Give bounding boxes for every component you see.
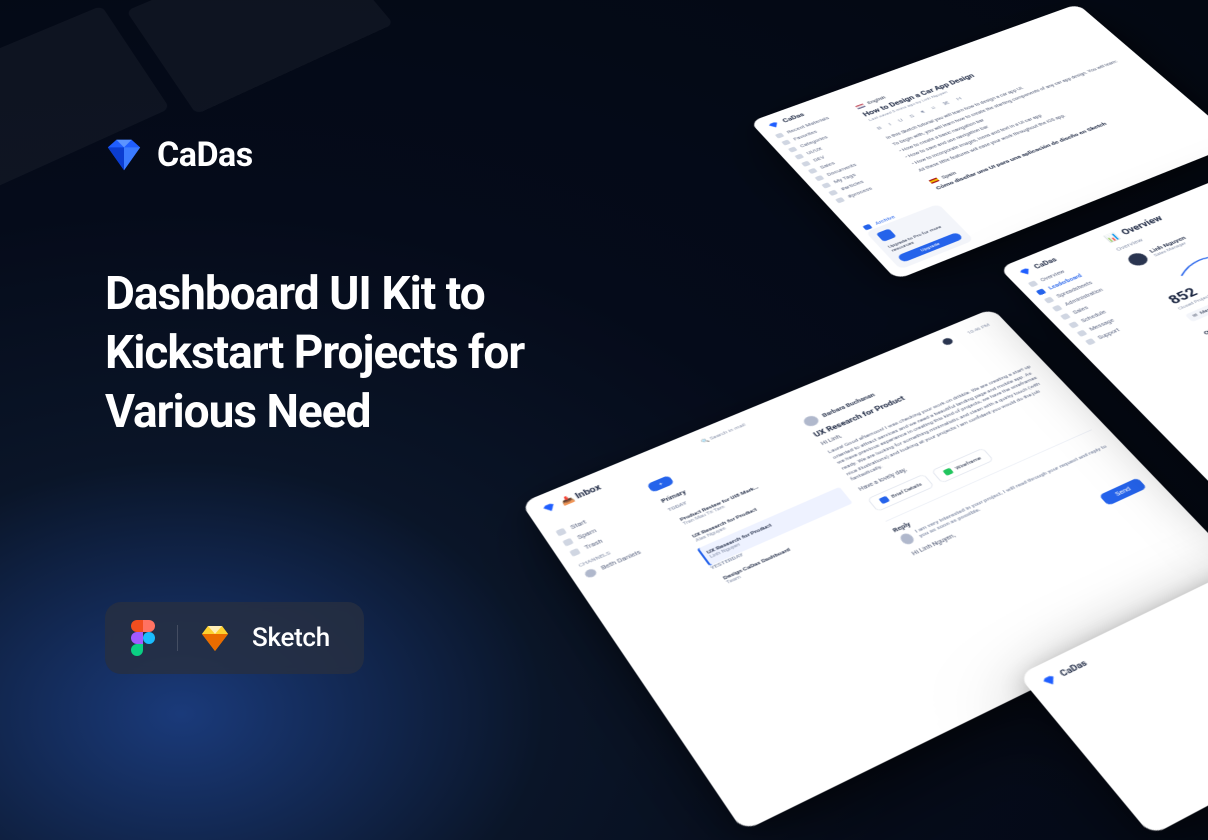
sidebar-item[interactable]: Overview [1028,253,1106,288]
attachment-chip[interactable]: Wireframe [931,448,994,483]
sidebar-item[interactable]: Sales [808,143,885,174]
send-button[interactable]: Send [1099,478,1147,506]
sidebar-item[interactable]: Support [1085,309,1165,346]
brand-name: CaDas [157,135,253,175]
sidebar-item[interactable]: DEV [801,136,877,167]
mail-list-item[interactable]: UX Research for ProductAlex Nguyen [684,471,839,549]
mail-subject: UX Research for Product [812,348,1019,439]
message-chip[interactable]: ✉ Message [1185,299,1208,322]
sidebar-item[interactable]: Categories [788,122,864,152]
sidebar-item[interactable]: Favorites [781,115,857,145]
search-input[interactable]: 🔍 Search in mail [700,422,747,444]
sidebar-item[interactable]: Documents [814,150,891,181]
attachment-chip[interactable]: Brief Details [867,474,935,512]
compose-button[interactable]: + [646,475,675,493]
mail-list-item[interactable]: Product Review for UI8 Mark…Tran Mau Tri… [672,455,826,532]
flag-icon [855,103,866,109]
sidebar-item[interactable]: Administration [1052,276,1131,311]
sidebar-item[interactable]: My Tags [821,157,898,189]
mockup-overview-card: CaDas 📊 Overview OverviewLeaderboardSpre… [999,153,1208,517]
diamond-icon [105,136,143,174]
sketch-icon [200,624,230,652]
sidebar-item[interactable]: UI/UX [794,129,870,160]
divider [177,625,178,651]
metric-value: 852 [1165,219,1208,308]
marketing-left-column: CaDas Dashboard UI Kit to Kickstart Proj… [105,135,625,674]
document-title: How to Design a Car App Design [862,29,1098,118]
sidebar-item[interactable]: Schedule [1068,292,1147,328]
mail-list-item[interactable]: Design CaDas DashboardTeam [715,510,872,591]
sparkline-chart [1141,198,1208,292]
archive-link[interactable]: Archive [862,215,896,231]
tools-sketch-label: Sketch [252,623,330,653]
sidebar-item[interactable]: Spreadsheets [1044,268,1123,303]
upgrade-button[interactable]: Upgrade [897,232,964,263]
figma-icon [131,620,155,656]
editor-toolbar[interactable]: BIUS¶≡⌘H [875,41,1111,131]
sidebar-item[interactable]: #process [835,171,912,203]
flag-icon [928,177,939,183]
headline: Dashboard UI Kit to Kickstart Projects f… [105,265,625,442]
sidebar-item[interactable]: Sales [1060,284,1139,320]
sidebar-item[interactable]: #articles [828,164,905,196]
mockup-editor-card: CaDas Recent MaterialsFavoritesCategorie… [750,4,1208,280]
avatar [801,414,821,428]
mockup-projects-card: CaDas + Start Projects + Add Team [1018,492,1208,836]
sidebar-item[interactable]: Leaderboard [1036,261,1114,296]
sidebar-item[interactable]: Message [1076,301,1155,337]
mail-list-item[interactable]: UX Research for ProductLinh Nguyen [697,487,853,566]
avatar[interactable] [941,337,955,346]
sidebar-item[interactable]: Recent Materials [775,109,851,139]
tools-pill: Sketch [105,602,364,674]
brand-lockup: CaDas [105,135,625,175]
avatar [1125,251,1152,268]
archive-icon [862,224,872,231]
